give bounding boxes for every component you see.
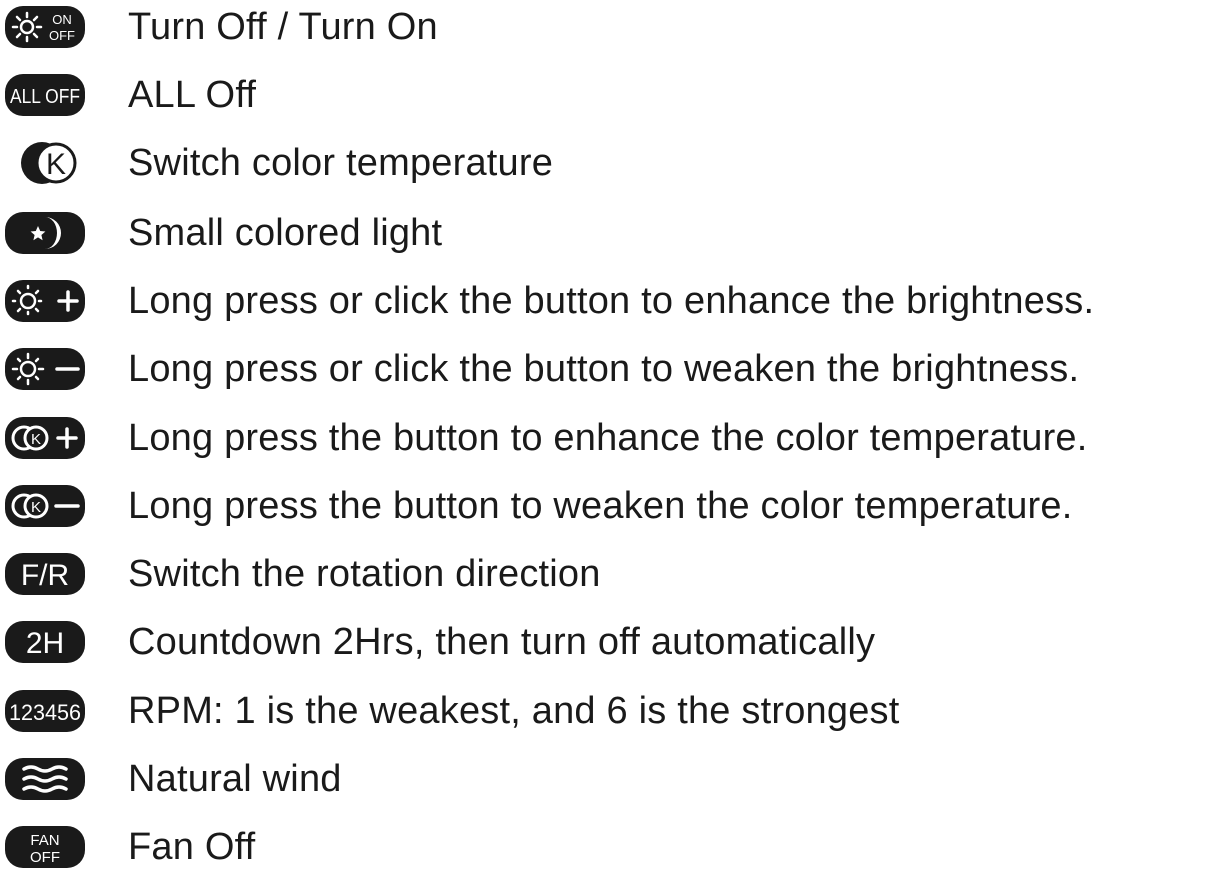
item-label: Countdown 2Hrs, then turn off automatica… bbox=[128, 621, 876, 663]
list-item: Small colored light bbox=[0, 199, 1214, 267]
remote-button-legend: ON OFF Turn Off / Turn On ALL OFF ALL Of… bbox=[0, 0, 1214, 870]
list-item: 123456 RPM: 1 is the weakest, and 6 is t… bbox=[0, 677, 1214, 745]
svg-text:FAN: FAN bbox=[30, 832, 59, 849]
item-label: Long press the button to enhance the col… bbox=[128, 417, 1088, 459]
list-item: Long press or click the button to weaken… bbox=[0, 335, 1214, 403]
svg-text:K: K bbox=[46, 148, 66, 181]
item-label: Long press or click the button to weaken… bbox=[128, 348, 1080, 390]
item-label: Long press the button to weaken the colo… bbox=[128, 485, 1073, 527]
list-item: Natural wind bbox=[0, 745, 1214, 813]
fan-reverse-icon: F/R bbox=[2, 547, 88, 601]
svg-text:K: K bbox=[31, 431, 41, 448]
color-temp-minus-icon: K bbox=[2, 479, 88, 533]
timer-2h-icon: 2H bbox=[2, 615, 88, 669]
on-off-icon: ON OFF bbox=[2, 0, 88, 54]
list-item: 2H Countdown 2Hrs, then turn off automat… bbox=[0, 608, 1214, 676]
item-label: Long press or click the button to enhanc… bbox=[128, 280, 1095, 322]
item-label: Turn Off / Turn On bbox=[128, 6, 438, 48]
svg-text:ON: ON bbox=[52, 12, 72, 27]
list-item: F/R Switch the rotation direction bbox=[0, 540, 1214, 608]
list-item: Long press or click the button to enhanc… bbox=[0, 267, 1214, 335]
item-label: Switch color temperature bbox=[128, 142, 554, 184]
item-label: ALL Off bbox=[128, 74, 257, 116]
night-light-moon-icon bbox=[2, 206, 88, 260]
item-label: Natural wind bbox=[128, 758, 342, 800]
svg-text:123456: 123456 bbox=[9, 700, 81, 725]
list-item: ALL OFF ALL Off bbox=[0, 61, 1214, 129]
list-item: FAN OFF Fan Off bbox=[0, 813, 1214, 881]
all-off-icon: ALL OFF bbox=[2, 68, 88, 122]
color-temperature-k-icon: K bbox=[2, 136, 88, 190]
fan-off-icon: FAN OFF bbox=[2, 820, 88, 874]
color-temp-plus-icon: K bbox=[2, 411, 88, 465]
svg-text:OFF: OFF bbox=[30, 849, 60, 866]
svg-text:K: K bbox=[31, 499, 41, 516]
item-label: RPM: 1 is the weakest, and 6 is the stro… bbox=[128, 690, 900, 732]
item-label: Fan Off bbox=[128, 826, 256, 868]
item-label: Small colored light bbox=[128, 212, 443, 254]
svg-text:ALL OFF: ALL OFF bbox=[10, 86, 80, 108]
brightness-plus-icon bbox=[2, 274, 88, 328]
brightness-minus-icon bbox=[2, 342, 88, 396]
speed-123456-icon: 123456 bbox=[2, 684, 88, 738]
svg-text:OFF: OFF bbox=[49, 28, 75, 43]
list-item: K Long press the button to weaken the co… bbox=[0, 472, 1214, 540]
svg-text:2H: 2H bbox=[26, 627, 64, 660]
svg-text:F/R: F/R bbox=[21, 559, 69, 592]
list-item: ON OFF Turn Off / Turn On bbox=[0, 0, 1214, 61]
natural-wind-icon bbox=[2, 752, 88, 806]
list-item: K Switch color temperature bbox=[0, 129, 1214, 197]
list-item: K Long press the button to enhance the c… bbox=[0, 404, 1214, 472]
item-label: Switch the rotation direction bbox=[128, 553, 601, 595]
